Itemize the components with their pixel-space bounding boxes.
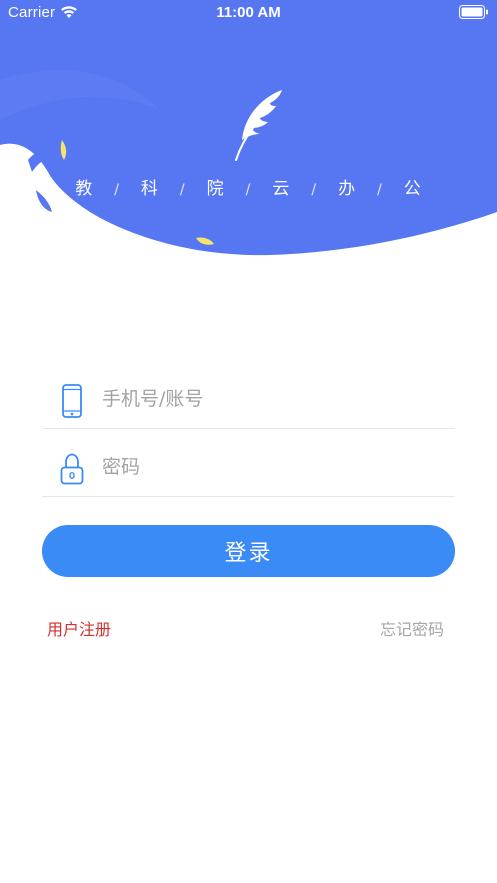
password-input[interactable] [102,448,442,486]
forgot-password-link[interactable]: 忘记密码 [380,616,444,640]
title-char: 科 [140,179,159,199]
status-bar: Carrier 11:00 AM [0,0,497,26]
title-separator: / [114,182,120,198]
title-separator: / [311,182,318,198]
title-char: 办 [338,179,357,199]
battery-icon [459,5,488,19]
title-char: 教 [75,179,94,199]
login-screen: Carrier 11:00 AM 教 / 科 / 院 / 云 / 办 / 公 手… [0,0,497,883]
account-input[interactable] [102,380,442,418]
title-char: 云 [272,179,291,199]
title-separator: / [179,182,186,198]
title-separator: / [377,182,383,198]
lock-icon [60,453,84,485]
account-field [42,368,455,429]
title-separator: / [245,182,252,198]
register-link[interactable]: 用户注册 [47,616,111,640]
feather-logo-icon [235,90,282,161]
title-char: 公 [403,179,422,199]
password-field [42,436,455,497]
title-char: 院 [206,179,225,199]
phone-icon [62,384,82,418]
login-button[interactable]: 登录 [42,525,455,577]
app-title: 教 / 科 / 院 / 云 / 办 / 公 [0,174,497,199]
clock-label: 11:00 AM [216,4,281,21]
